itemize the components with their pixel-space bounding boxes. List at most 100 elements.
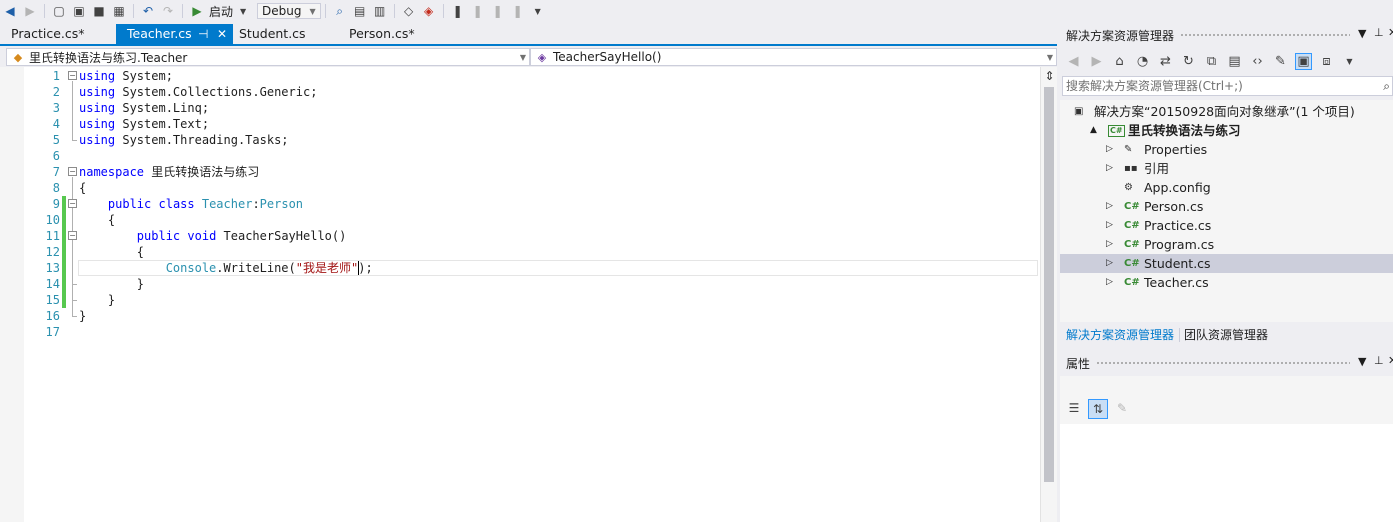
open-file-icon[interactable]: ▣: [72, 2, 86, 20]
properties-grid[interactable]: [1060, 424, 1393, 522]
code-line[interactable]: }: [79, 308, 86, 324]
undo-icon[interactable]: ↶: [141, 2, 155, 20]
pin-icon[interactable]: ⊥: [1374, 26, 1384, 39]
tree-item[interactable]: ▷ C# Person.cs: [1060, 197, 1393, 216]
code-editor[interactable]: 1 2 3 4 5 6 7 8 9 10 11 12 13 14 15 16 17 using System; us…: [0, 67, 1040, 522]
alphabetical-icon[interactable]: ⇅: [1088, 399, 1108, 419]
back-icon[interactable]: ◀: [1065, 54, 1082, 69]
code-line[interactable]: }: [79, 292, 115, 308]
tree-item[interactable]: ▷ C# Program.cs: [1060, 235, 1393, 254]
code-line[interactable]: public class Teacher:Person: [79, 196, 303, 212]
code-line[interactable]: Console.WriteLine("我是老师");: [79, 260, 373, 276]
new-project-icon[interactable]: ▢: [52, 2, 66, 20]
bookmark-next-icon[interactable]: ❚: [491, 2, 505, 20]
find-icon[interactable]: ⌕: [333, 2, 347, 20]
collapse-arrow-icon[interactable]: ▲: [1090, 121, 1097, 140]
tree-item[interactable]: ▷ C# Teacher.cs: [1060, 273, 1393, 292]
breakpoint-icon[interactable]: ◇: [402, 2, 416, 20]
show-all-files-icon[interactable]: ▤: [1226, 54, 1243, 69]
view-code-icon[interactable]: ‹›: [1249, 54, 1266, 69]
code-line[interactable]: {: [79, 212, 115, 228]
uncomment-icon[interactable]: ▥: [373, 2, 387, 20]
tree-item[interactable]: ▷ C# Student.cs: [1060, 254, 1393, 273]
expand-arrow-icon[interactable]: ▷: [1106, 140, 1113, 159]
expand-arrow-icon[interactable]: ▷: [1106, 254, 1113, 273]
categorized-icon[interactable]: ☰: [1064, 399, 1084, 419]
tab-student[interactable]: Student.cs: [228, 24, 338, 44]
scrollbar-thumb[interactable]: [1044, 87, 1054, 482]
expand-arrow-icon[interactable]: ▷: [1106, 197, 1113, 216]
code-line[interactable]: namespace 里氏转换语法与练习: [79, 164, 259, 180]
tree-item[interactable]: ⚙ App.config: [1060, 178, 1393, 197]
code-line[interactable]: using System.Collections.Generic;: [79, 84, 317, 100]
preview-selected-icon[interactable]: ▣: [1295, 52, 1312, 70]
bookmark-nav-icon[interactable]: ◈: [422, 2, 436, 20]
window-position-icon[interactable]: ▼: [1358, 27, 1366, 40]
properties-icon[interactable]: ✎: [1272, 54, 1289, 69]
solution-config-dropdown[interactable]: Debug ▼: [257, 3, 321, 19]
close-icon[interactable]: ✕: [217, 24, 227, 44]
tree-item[interactable]: ▷ ▪▪ 引用: [1060, 159, 1393, 178]
collapse-icon[interactable]: −: [68, 167, 77, 176]
tab-solution-explorer[interactable]: 解决方案资源管理器: [1066, 326, 1174, 344]
code-line[interactable]: using System.Threading.Tasks;: [79, 132, 289, 148]
search-icon[interactable]: ⌕: [1383, 77, 1390, 95]
forward-icon[interactable]: ▶: [1088, 54, 1105, 69]
tree-item[interactable]: ▣ 解决方案“20150928面向对象继承”(1 个项目): [1060, 102, 1393, 121]
code-line[interactable]: using System.Text;: [79, 116, 209, 132]
sync-icon[interactable]: ⇄: [1157, 54, 1174, 69]
comment-icon[interactable]: ▤: [353, 2, 367, 20]
type-dropdown[interactable]: ◆ 里氏转换语法与练习.Teacher ▼: [6, 48, 530, 66]
redo-icon[interactable]: ↷: [161, 2, 175, 20]
solution-explorer-tree[interactable]: ▣ 解决方案“20150928面向对象继承”(1 个项目) ▲ C# 里氏转换语法与练习…: [1060, 100, 1393, 322]
nav-back-icon[interactable]: ◀: [3, 2, 17, 20]
collapse-icon[interactable]: −: [68, 199, 77, 208]
close-icon[interactable]: ✕: [1388, 354, 1393, 367]
tab-team-explorer[interactable]: 团队资源管理器: [1184, 326, 1268, 344]
tab-practice[interactable]: Practice.cs*: [0, 24, 116, 44]
bookmark-icon[interactable]: ❚: [451, 2, 465, 20]
code-line[interactable]: {: [79, 180, 86, 196]
tree-item[interactable]: ▲ C# 里氏转换语法与练习: [1060, 121, 1393, 140]
expand-arrow-icon[interactable]: ▷: [1106, 159, 1113, 178]
refresh-icon[interactable]: ↻: [1180, 54, 1197, 69]
save-all-icon[interactable]: ▦: [112, 2, 126, 20]
nav-forward-icon[interactable]: ▶: [23, 2, 37, 20]
split-window-icon[interactable]: ⇕: [1043, 69, 1056, 83]
tree-item[interactable]: ▷ C# Practice.cs: [1060, 216, 1393, 235]
chevron-down-icon[interactable]: ▼: [236, 2, 250, 20]
code-line[interactable]: public void TeacherSayHello(): [79, 228, 347, 244]
tree-item[interactable]: ▷ ✎ Properties: [1060, 140, 1393, 159]
code-line[interactable]: using System;: [79, 68, 173, 84]
expand-arrow-icon[interactable]: ▷: [1106, 216, 1113, 235]
bookmark-prev-icon[interactable]: ❚: [471, 2, 485, 20]
expand-arrow-icon[interactable]: ▷: [1106, 273, 1113, 292]
pin-icon[interactable]: ⊥: [1374, 354, 1384, 367]
collapse-all-icon[interactable]: ⧉: [1203, 54, 1220, 69]
home-icon[interactable]: ⌂: [1111, 54, 1128, 69]
toolbar-overflow-icon[interactable]: ▼: [531, 2, 545, 20]
member-dropdown[interactable]: ◈ TeacherSayHello() ▼: [530, 48, 1057, 66]
editor-vertical-scrollbar[interactable]: ⇕: [1040, 67, 1057, 522]
chevron-down-icon[interactable]: ▼: [1341, 57, 1358, 66]
close-icon[interactable]: ✕: [1388, 26, 1393, 39]
bookmark-clear-icon[interactable]: ❚: [511, 2, 525, 20]
save-icon[interactable]: ■: [92, 2, 106, 20]
code-line[interactable]: using System.Linq;: [79, 100, 209, 116]
solution-explorer-search-input[interactable]: 搜索解决方案资源管理器(Ctrl+;) ⌕: [1062, 76, 1393, 96]
tab-person[interactable]: Person.cs*: [338, 24, 448, 44]
pending-changes-icon[interactable]: ◔: [1134, 54, 1151, 69]
code-token: using: [79, 117, 116, 131]
collapse-icon[interactable]: −: [68, 231, 77, 240]
property-pages-icon[interactable]: ✎: [1112, 399, 1132, 419]
code-line[interactable]: }: [79, 276, 144, 292]
start-icon[interactable]: ▶: [190, 2, 204, 20]
pin-icon[interactable]: ⊣: [198, 24, 208, 44]
expand-arrow-icon[interactable]: ▷: [1106, 235, 1113, 254]
code-line[interactable]: {: [79, 244, 144, 260]
start-button-label[interactable]: 启动: [209, 3, 233, 20]
window-position-icon[interactable]: ▼: [1358, 355, 1366, 368]
collapse-icon[interactable]: −: [68, 71, 77, 80]
class-diagram-icon[interactable]: ⧈: [1318, 54, 1335, 69]
tab-teacher[interactable]: Teacher.cs ⊣ ✕: [116, 24, 233, 44]
